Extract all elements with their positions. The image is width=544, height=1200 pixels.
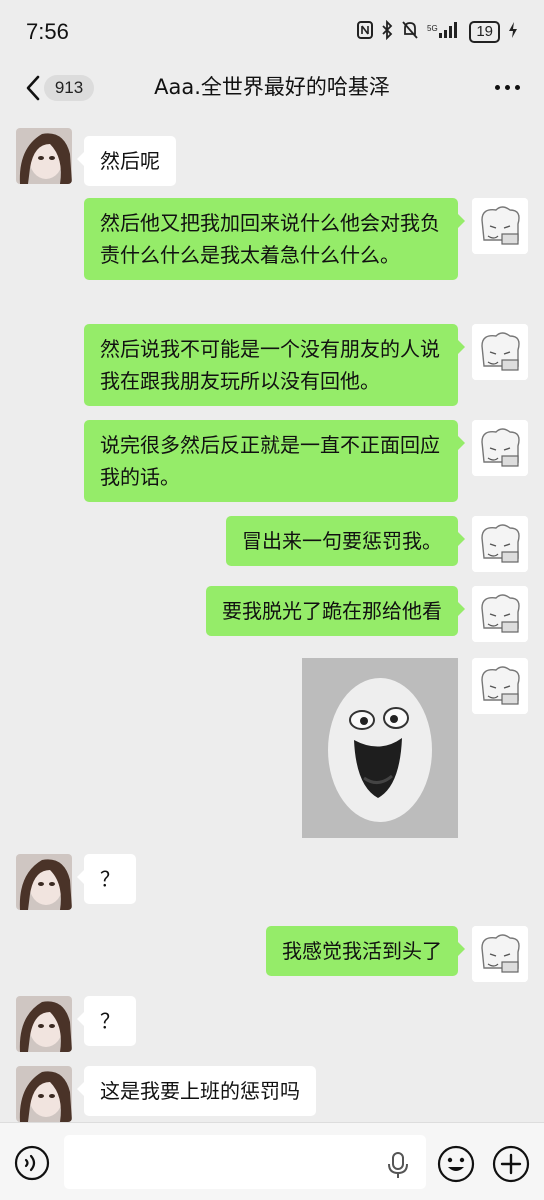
unread-count-badge[interactable]: 913 <box>44 75 94 101</box>
contact-avatar[interactable] <box>16 854 72 910</box>
signal-icon: 5G <box>427 21 461 43</box>
status-time: 7:56 <box>26 19 69 44</box>
voice-icon <box>14 1145 50 1181</box>
my-avatar[interactable] <box>472 658 528 714</box>
outgoing-message-bubble[interactable]: 要我脱光了跪在那给他看 <box>206 586 465 636</box>
contact-avatar[interactable] <box>16 128 72 184</box>
more-features-button[interactable] <box>492 1145 530 1183</box>
emoji-button[interactable] <box>437 1145 475 1183</box>
microphone-icon[interactable] <box>386 1151 410 1179</box>
incoming-message-bubble[interactable]: 这是我要上班的惩罚吗 <box>77 1066 316 1116</box>
message-list[interactable]: 然后呢 然后他又把我加回来说什么他会对我负责什么什么是我太着急什么什么。 然后说… <box>0 116 544 1122</box>
outgoing-message-bubble[interactable]: 然后说我不可能是一个没有朋友的人说我在跟我朋友玩所以没有回他。 <box>84 324 465 406</box>
outgoing-message-bubble[interactable]: 说完很多然后反正就是一直不正面回应我的话。 <box>84 420 465 502</box>
outgoing-message-bubble[interactable]: 我感觉我活到头了 <box>266 926 465 976</box>
message-input[interactable] <box>64 1135 426 1189</box>
chat-header: 913 Aaa.全世界最好的哈基泽 <box>0 64 544 110</box>
my-avatar[interactable] <box>472 324 528 380</box>
chevron-left-icon <box>26 75 40 101</box>
my-avatar[interactable] <box>472 420 528 476</box>
charging-icon <box>508 21 518 43</box>
outgoing-message-bubble[interactable]: 然后他又把我加回来说什么他会对我负责什么什么是我太着急什么什么。 <box>84 198 465 280</box>
contact-avatar[interactable] <box>16 996 72 1052</box>
incoming-message-bubble[interactable]: ？ <box>77 996 136 1046</box>
more-options-button[interactable] <box>490 72 524 102</box>
more-dots-icon <box>494 84 500 90</box>
incoming-message-bubble[interactable]: ？ <box>77 854 136 904</box>
emoji-icon <box>437 1145 475 1183</box>
my-avatar[interactable] <box>472 926 528 982</box>
smiling-egg-face-sticker[interactable] <box>302 658 458 838</box>
voice-button[interactable] <box>14 1145 50 1181</box>
battery-indicator: 19 <box>469 21 500 43</box>
contact-avatar[interactable] <box>16 1066 72 1122</box>
outgoing-message-bubble[interactable]: 冒出来一句要惩罚我。 <box>226 516 465 566</box>
status-bar: 7:56 5G 19 <box>0 0 544 64</box>
plus-icon <box>492 1145 530 1183</box>
my-avatar[interactable] <box>472 516 528 572</box>
status-icons: 5G 19 <box>357 19 518 44</box>
my-avatar[interactable] <box>472 198 528 254</box>
my-avatar[interactable] <box>472 586 528 642</box>
composer-bar <box>0 1122 544 1200</box>
svg-text:5G: 5G <box>427 24 438 33</box>
incoming-message-bubble[interactable]: 然后呢 <box>77 136 176 186</box>
nfc-icon <box>357 21 374 43</box>
bluetooth-icon <box>381 19 393 44</box>
mute-bell-icon <box>401 20 419 44</box>
chat-title: Aaa.全世界最好的哈基泽 <box>154 75 390 99</box>
